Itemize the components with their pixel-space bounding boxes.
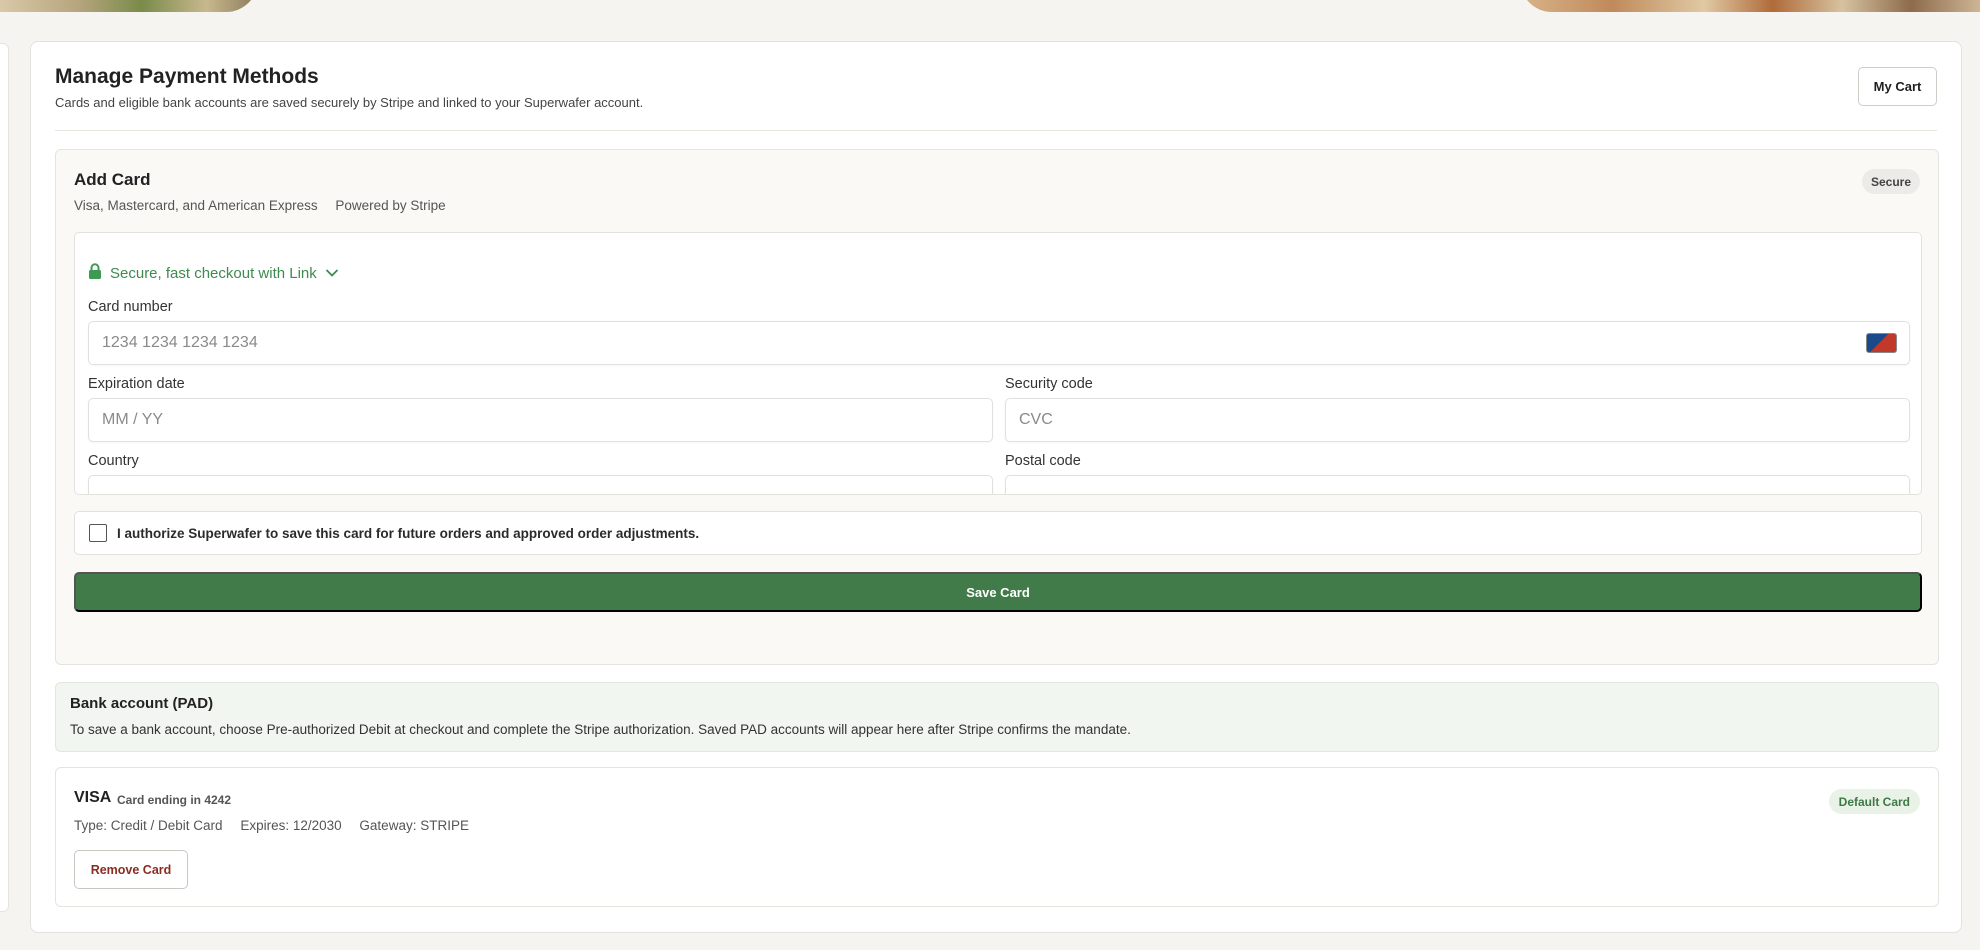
bank-account-notice: Bank account (PAD) To save a bank accoun… [55, 682, 1939, 752]
security-code-input[interactable]: CVC [1005, 398, 1910, 442]
payment-methods-panel: Manage Payment Methods Cards and eligibl… [30, 41, 1962, 933]
card-ending-label: Card ending in 4242 [117, 793, 232, 807]
lock-icon [88, 263, 102, 283]
hero-image-left [0, 0, 258, 12]
expiration-date-label: Expiration date [88, 376, 185, 392]
powered-by-text: Powered by Stripe [335, 198, 446, 213]
saved-card-meta: Type: Credit / Debit Card Expires: 12/20… [74, 818, 469, 833]
security-code-placeholder: CVC [1019, 411, 1053, 428]
remove-card-button[interactable]: Remove Card [74, 850, 188, 889]
postal-code-input[interactable] [1005, 475, 1910, 494]
header-divider [55, 130, 1937, 131]
postal-code-label: Postal code [1005, 453, 1081, 469]
security-code-label: Security code [1005, 376, 1093, 392]
page-title: Manage Payment Methods [55, 65, 319, 88]
chevron-down-icon [325, 265, 339, 282]
card-brand-label: VISA [74, 789, 112, 806]
hero-image-right [1520, 0, 1980, 12]
card-expires: Expires: 12/2030 [240, 818, 342, 833]
country-label: Country [88, 453, 139, 469]
bank-account-title: Bank account (PAD) [70, 695, 214, 712]
card-networks-text: Visa, Mastercard, and American Express [74, 198, 318, 213]
authorize-checkbox[interactable] [89, 524, 107, 542]
card-number-label: Card number [88, 299, 173, 315]
authorize-consent-row[interactable]: I authorize Superwafer to save this card… [74, 511, 1922, 555]
add-card-subtitle: Visa, Mastercard, and American Express P… [74, 198, 446, 213]
saved-card-item: VISA Card ending in 4242 Type: Credit / … [55, 767, 1939, 907]
add-card-title: Add Card [74, 170, 151, 189]
card-type: Type: Credit / Debit Card [74, 818, 223, 833]
card-gateway: Gateway: STRIPE [359, 818, 469, 833]
add-card-section: Add Card Visa, Mastercard, and American … [55, 149, 1939, 665]
page-subtitle: Cards and eligible bank accounts are sav… [55, 95, 644, 110]
card-number-placeholder: 1234 1234 1234 1234 [102, 334, 258, 351]
expiration-date-placeholder: MM / YY [102, 411, 164, 428]
country-select[interactable] [88, 475, 993, 494]
sidebar-edge [0, 43, 9, 912]
save-card-button[interactable]: Save Card [74, 572, 1922, 612]
link-checkout-text: Secure, fast checkout with Link [110, 264, 317, 282]
bank-account-text: To save a bank account, choose Pre-autho… [70, 722, 1131, 737]
secure-badge: Secure [1861, 169, 1920, 194]
default-card-badge: Default Card [1828, 789, 1920, 814]
card-number-input[interactable]: 1234 1234 1234 1234 [88, 321, 1910, 365]
stripe-card-element: Secure, fast checkout with Link Card num… [74, 232, 1922, 495]
link-checkout-toggle[interactable]: Secure, fast checkout with Link [88, 263, 339, 283]
expiration-date-input[interactable]: MM / YY [88, 398, 993, 442]
authorize-text: I authorize Superwafer to save this card… [117, 525, 700, 541]
my-cart-button[interactable]: My Cart [1858, 67, 1937, 106]
hero-image-strip [0, 0, 1980, 12]
card-brand-icon [1866, 333, 1897, 353]
